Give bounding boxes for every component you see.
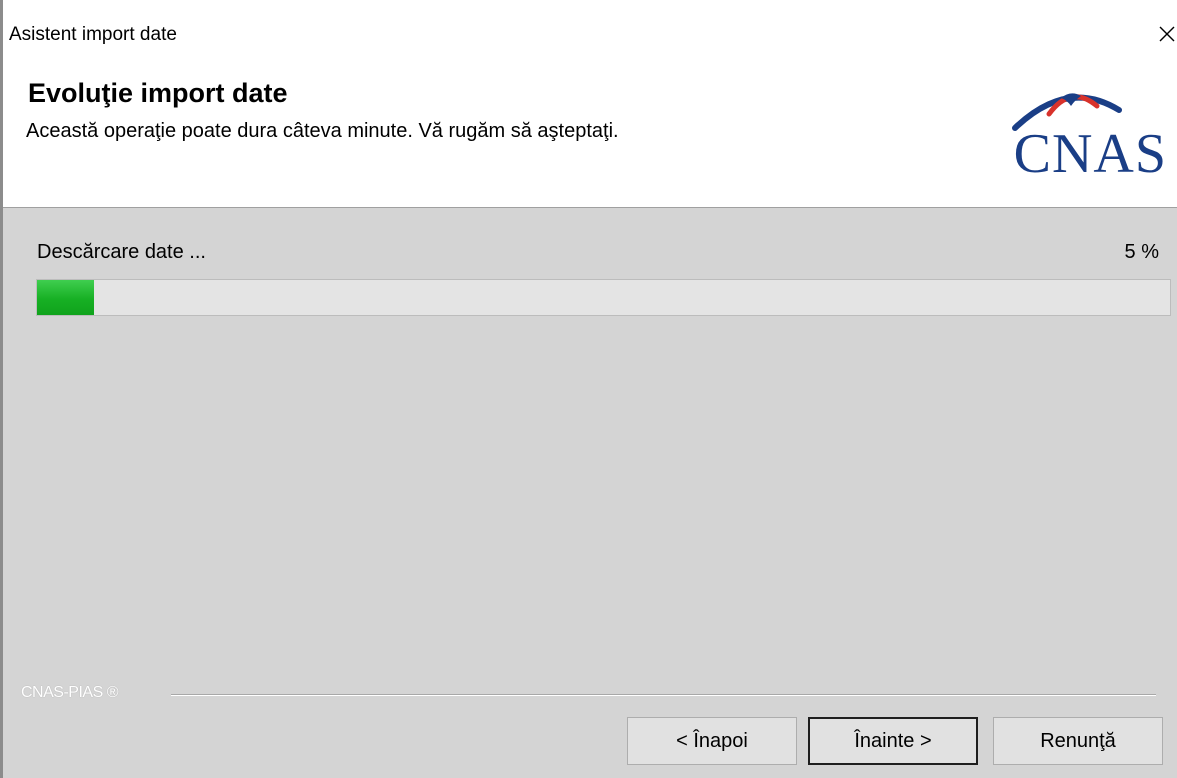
progress-label: Descărcare date ... bbox=[37, 241, 206, 263]
back-button[interactable]: < Înapoi bbox=[627, 717, 797, 765]
close-icon bbox=[1159, 26, 1175, 42]
progress-percent: 5 % bbox=[1124, 241, 1159, 263]
logo-text: CNAS bbox=[1013, 123, 1167, 185]
wizard-header: Evoluţie import date Această operaţie po… bbox=[3, 70, 1177, 208]
page-title: Evoluţie import date bbox=[28, 78, 288, 108]
progress-bar-fill bbox=[37, 280, 94, 315]
close-button[interactable] bbox=[1137, 14, 1177, 54]
separator-line bbox=[171, 694, 1156, 696]
progress-bar bbox=[36, 279, 1171, 316]
page-subtitle: Această operaţie poate dura câteva minut… bbox=[26, 120, 619, 142]
brand-label: CNAS-PIAS ® bbox=[21, 684, 118, 701]
wizard-content: Descărcare date ... 5 % CNAS-PIAS ® < În… bbox=[3, 208, 1177, 778]
cancel-button[interactable]: Renunţă bbox=[993, 717, 1163, 765]
brand-separator: CNAS-PIAS ® bbox=[21, 684, 1156, 704]
title-bar: Asistent import date bbox=[3, 0, 1177, 70]
next-button[interactable]: Înainte > bbox=[808, 717, 978, 765]
cnas-logo: CNAS bbox=[997, 76, 1167, 188]
window-title: Asistent import date bbox=[9, 24, 177, 45]
